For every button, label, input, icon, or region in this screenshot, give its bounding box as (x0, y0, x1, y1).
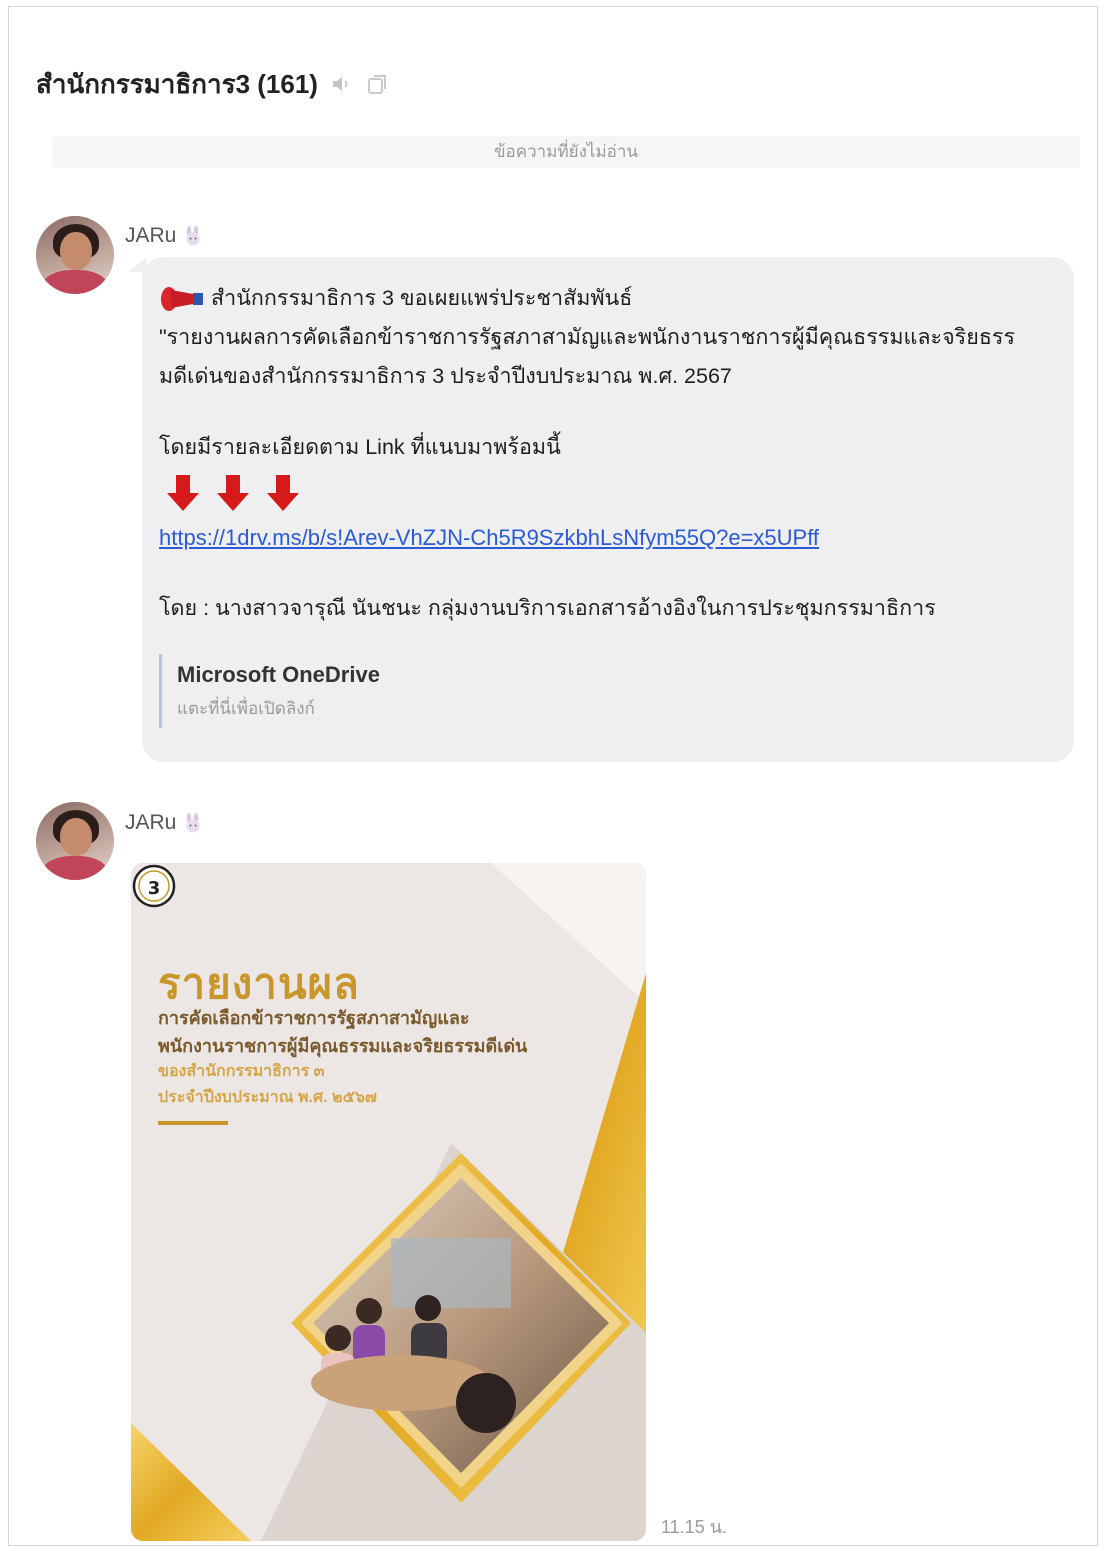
speaker-muted-icon[interactable] (330, 72, 354, 96)
chat-title: สำนักกรรมาธิการ3 (161) (36, 68, 318, 99)
onedrive-link[interactable]: https://1drv.ms/b/s!Arev-VhZJN-Ch5R9Szkb… (159, 517, 1058, 559)
megaphone-icon (161, 286, 203, 311)
arrow-down-icon (217, 475, 249, 511)
message-text: สำนักกรรมาธิการ 3 ขอเผยแพร่ประชาสัมพันธ์ (211, 286, 633, 310)
preview-subtitle: แตะที่นี่เพื่อเปิดลิงก์ (177, 699, 315, 718)
avatar[interactable] (36, 216, 114, 294)
unread-divider: ข้อความที่ยังไม่อ่าน (52, 136, 1080, 168)
sender-name: JARu (125, 811, 204, 835)
poster-rule (158, 1121, 228, 1125)
message-line: มดีเด่นของสำนักกรรมาธิการ 3 ประจำปีงบประ… (159, 364, 732, 388)
avatar[interactable] (36, 802, 114, 880)
message-bubble[interactable]: สำนักกรรมาธิการ 3 ขอเผยแพร่ประชาสัมพันธ์… (142, 257, 1074, 762)
logo-number: 3 (148, 878, 161, 899)
committee-logo: 3 (132, 864, 176, 908)
sender-label: JARu (125, 811, 177, 834)
message-line: สำนักกรรมาธิการ 3 ขอเผยแพร่ประชาสัมพันธ์ (159, 279, 1058, 318)
chat-header: สำนักกรรมาธิการ3 (161) (36, 64, 390, 104)
message-timestamp: 11.15 น. (661, 1517, 728, 1537)
preview-title: Microsoft OneDrive (177, 662, 380, 687)
byline: โดย : นางสาวจารุณี นันชนะ กลุ่มงานบริการ… (159, 596, 936, 620)
poster-line: การคัดเลือกข้าราชการรัฐสภาสามัญและ (158, 1008, 470, 1028)
copy-icon[interactable] (366, 72, 390, 96)
message-line: "รายงานผลการคัดเลือกข้าราชการรัฐสภาสามัญ… (159, 325, 1016, 349)
poster-line: พนักงานราชการผู้มีคุณธรรมและจริยธรรมดีเด… (158, 1036, 528, 1056)
arrow-down-icon (167, 475, 199, 511)
image-attachment[interactable]: 3 รายงานผล การคัดเลือกข้าราชการรัฐสภาสาม… (131, 863, 646, 1541)
bunny-icon (186, 813, 200, 833)
message-line: โดยมีรายละเอียดตาม Link ที่แนบมาพร้อมนี้ (159, 435, 561, 459)
poster-line: ของสำนักกรรมาธิการ ๓ (158, 1063, 325, 1080)
sender-name: JARu (125, 224, 204, 248)
arrow-row (165, 471, 1058, 515)
poster-line: ประจำปีงบประมาณ พ.ศ. ๒๕๖๗ (158, 1089, 377, 1106)
sender-label: JARu (125, 224, 177, 247)
link-preview[interactable]: Microsoft OneDrive แตะที่นี่เพื่อเปิดลิง… (159, 654, 1058, 728)
bunny-icon (186, 226, 200, 246)
arrow-down-icon (267, 475, 299, 511)
